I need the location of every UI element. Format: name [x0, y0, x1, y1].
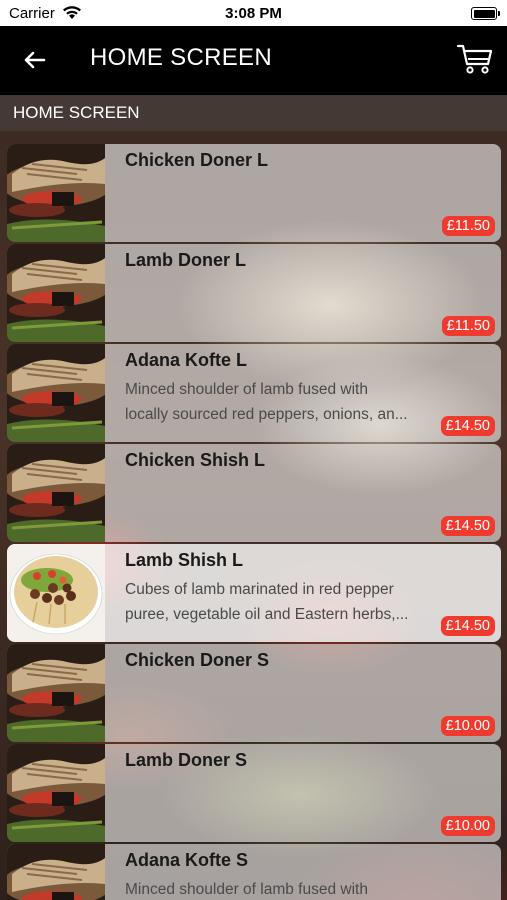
- item-thumbnail: [7, 644, 105, 742]
- list-item[interactable]: Adana Kofte S Minced shoulder of lamb fus…: [7, 844, 501, 900]
- item-name: Lamb Shish L: [125, 550, 244, 570]
- item-thumbnail: [7, 744, 105, 842]
- item-thumbnail: [7, 244, 105, 342]
- price-badge: £11.50: [441, 316, 495, 336]
- item-description-line: locally sourced red peppers, onions, an.…: [125, 406, 408, 423]
- list-item[interactable]: Lamb Doner L £11.50: [7, 244, 501, 342]
- item-thumbnail: [7, 344, 105, 442]
- item-description-line: Minced shoulder of lamb fused with: [125, 381, 368, 398]
- item-thumbnail: [7, 444, 105, 542]
- cart-icon[interactable]: [456, 42, 494, 76]
- item-name: Lamb Doner L: [125, 250, 247, 270]
- item-description: Minced shoulder of lamb fused with locall…: [125, 377, 445, 427]
- status-bar: Carrier 3:08 PM: [0, 0, 507, 26]
- item-name: Lamb Doner S: [125, 750, 248, 770]
- section-header: HOME SCREEN: [0, 95, 507, 131]
- price-badge: £11.50: [441, 216, 495, 236]
- list-item[interactable]: Chicken Shish L £14.50: [7, 444, 501, 542]
- list-item[interactable]: Chicken Doner S £10.00: [7, 644, 501, 742]
- list-item[interactable]: Chicken Doner L £11.50: [7, 144, 501, 242]
- battery-icon: [471, 7, 500, 20]
- item-name: Chicken Doner L: [125, 150, 269, 170]
- back-arrow-icon[interactable]: [18, 46, 50, 74]
- item-description: Cubes of lamb marinated in red pepper pur…: [125, 577, 445, 627]
- status-time: 3:08 PM: [225, 5, 282, 22]
- item-thumbnail: [7, 844, 105, 900]
- page-title: HOME SCREEN: [90, 44, 272, 71]
- price-badge: £14.50: [440, 416, 495, 436]
- item-thumbnail: [7, 144, 105, 242]
- list-item[interactable]: Lamb Doner S £10.00: [7, 744, 501, 842]
- item-description: Minced shoulder of lamb fused with: [125, 877, 445, 900]
- list-item[interactable]: Lamb Shish L Cubes of lamb marinated in r…: [7, 544, 501, 642]
- item-name: Adana Kofte S: [125, 850, 249, 870]
- item-name: Chicken Doner S: [125, 650, 270, 670]
- item-description-line: Cubes of lamb marinated in red pepper: [125, 581, 394, 598]
- item-thumbnail: [7, 544, 105, 642]
- price-badge: £10.00: [440, 716, 495, 736]
- price-badge: £14.50: [440, 616, 495, 636]
- list-item[interactable]: Adana Kofte L Minced shoulder of lamb fus…: [7, 344, 501, 442]
- item-description-line: puree, vegetable oil and Eastern herbs,.…: [125, 606, 409, 623]
- item-name: Adana Kofte L: [125, 350, 248, 370]
- price-badge: £10.00: [440, 816, 495, 836]
- item-name: Chicken Shish L: [125, 450, 266, 470]
- price-badge: £14.50: [440, 516, 495, 536]
- nav-bar: HOME SCREEN: [0, 26, 507, 95]
- item-description-line: Minced shoulder of lamb fused with: [125, 881, 368, 898]
